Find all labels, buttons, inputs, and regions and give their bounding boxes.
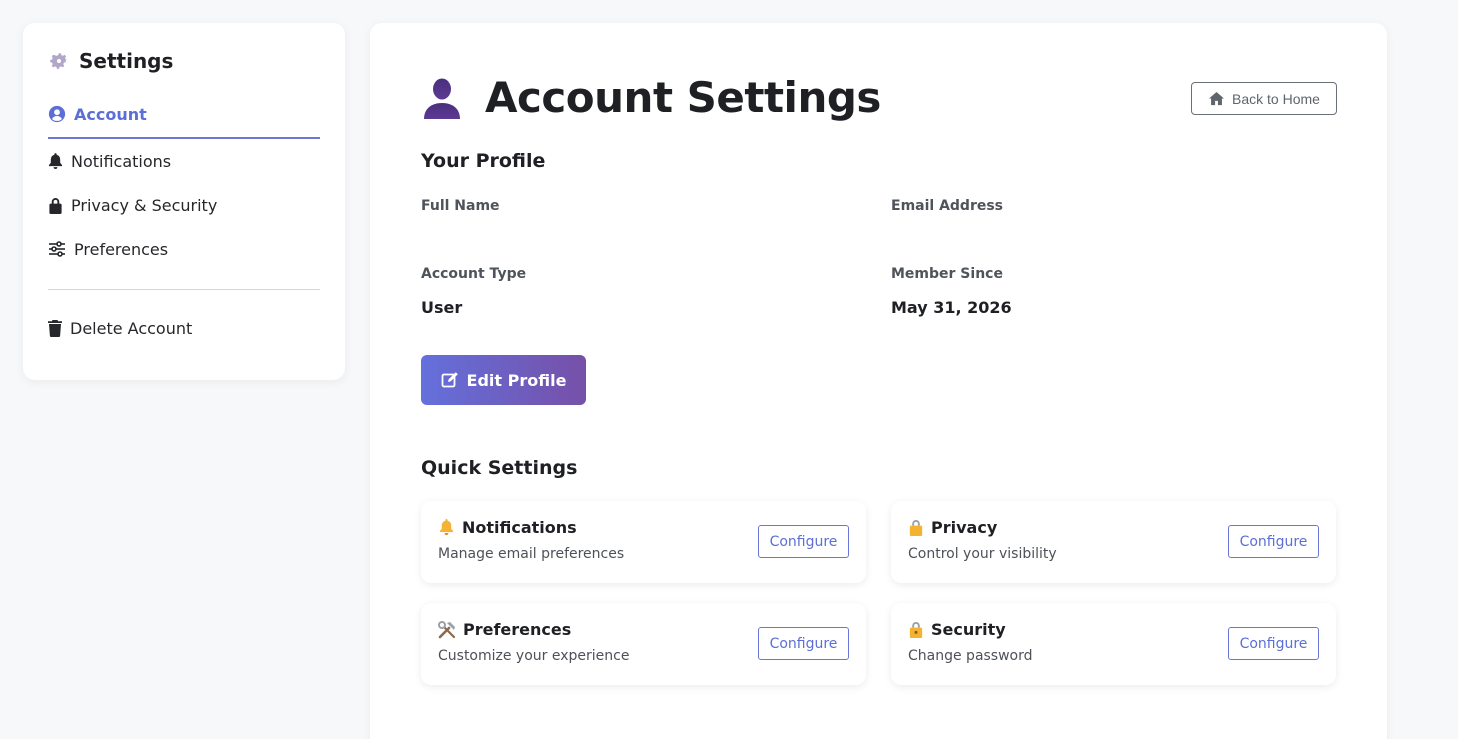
edit-profile-button[interactable]: Edit Profile	[421, 355, 586, 405]
lock-emoji-icon	[908, 519, 924, 536]
quick-card-title: Preferences	[438, 620, 571, 639]
user-icon	[421, 77, 463, 119]
quick-card-title: Privacy	[908, 518, 997, 537]
quick-settings-title: Quick Settings	[421, 457, 578, 479]
lock-icon	[48, 197, 63, 214]
sidebar-item-preferences[interactable]: Preferences	[48, 227, 320, 271]
account-settings-panel: Account Settings Back to Home Your Profi…	[370, 23, 1387, 739]
edit-icon	[441, 371, 459, 389]
quick-card-title: Notifications	[438, 518, 577, 537]
configure-security-button[interactable]: Configure	[1228, 627, 1319, 660]
quick-card-title: Security	[908, 620, 1006, 639]
quick-card-title-text: Preferences	[463, 620, 572, 639]
sidebar-title: Settings	[79, 49, 174, 73]
sidebar-divider	[48, 289, 320, 290]
quick-card-description: Control your visibility	[908, 546, 1057, 562]
quick-card-notifications: Notifications Manage email preferences C…	[421, 501, 866, 583]
sidebar-item-privacy-security[interactable]: Privacy & Security	[48, 183, 320, 227]
user-circle-icon	[48, 105, 66, 123]
sidebar-item-notifications[interactable]: Notifications	[48, 139, 320, 183]
quick-card-description: Customize your experience	[438, 648, 630, 664]
lock-key-emoji-icon	[908, 621, 924, 638]
sidebar-item-delete-account[interactable]: Delete Account	[48, 306, 320, 350]
home-icon	[1208, 91, 1225, 106]
account-type-label: Account Type	[421, 266, 527, 282]
sidebar-nav: Account Notifications Privacy & Security…	[48, 91, 320, 350]
sidebar-item-label: Preferences	[74, 239, 169, 259]
sidebar-header: Settings	[48, 47, 320, 75]
profile-section-title: Your Profile	[421, 150, 546, 172]
page-header: Account Settings	[421, 73, 881, 122]
configure-notifications-button[interactable]: Configure	[758, 525, 849, 558]
back-to-home-button[interactable]: Back to Home	[1191, 82, 1337, 115]
quick-card-privacy: Privacy Control your visibility Configur…	[891, 501, 1336, 583]
back-to-home-label: Back to Home	[1232, 90, 1320, 107]
bell-emoji-icon	[438, 519, 455, 536]
edit-profile-label: Edit Profile	[466, 370, 567, 390]
sidebar-item-label: Account	[74, 104, 147, 124]
page-title: Account Settings	[485, 73, 881, 122]
tools-emoji-icon	[438, 620, 456, 639]
configure-preferences-button[interactable]: Configure	[758, 627, 849, 660]
bell-icon	[48, 152, 63, 170]
sidebar-item-label: Notifications	[71, 151, 172, 171]
quick-card-title-text: Notifications	[462, 518, 577, 537]
quick-card-description: Manage email preferences	[438, 546, 625, 562]
quick-card-title-text: Security	[931, 620, 1006, 639]
configure-privacy-button[interactable]: Configure	[1228, 525, 1319, 558]
sidebar-item-label: Privacy & Security	[71, 195, 218, 215]
member-since-label: Member Since	[891, 266, 1003, 282]
quick-card-security: Security Change password Configure	[891, 603, 1336, 685]
sidebar-item-account[interactable]: Account	[48, 91, 320, 139]
sliders-icon	[48, 241, 66, 257]
trash-icon	[48, 319, 62, 337]
email-label: Email Address	[891, 198, 1004, 214]
account-type-value: User	[421, 298, 463, 317]
quick-card-preferences: Preferences Customize your experience Co…	[421, 603, 866, 685]
quick-card-description: Change password	[908, 648, 1033, 664]
quick-card-title-text: Privacy	[931, 518, 998, 537]
member-since-value: May 31, 2026	[891, 298, 1012, 317]
full-name-label: Full Name	[421, 198, 500, 214]
sidebar-item-label: Delete Account	[70, 318, 193, 338]
gear-icon	[48, 50, 70, 72]
settings-sidebar: Settings Account Notifications Privacy &…	[23, 23, 345, 380]
